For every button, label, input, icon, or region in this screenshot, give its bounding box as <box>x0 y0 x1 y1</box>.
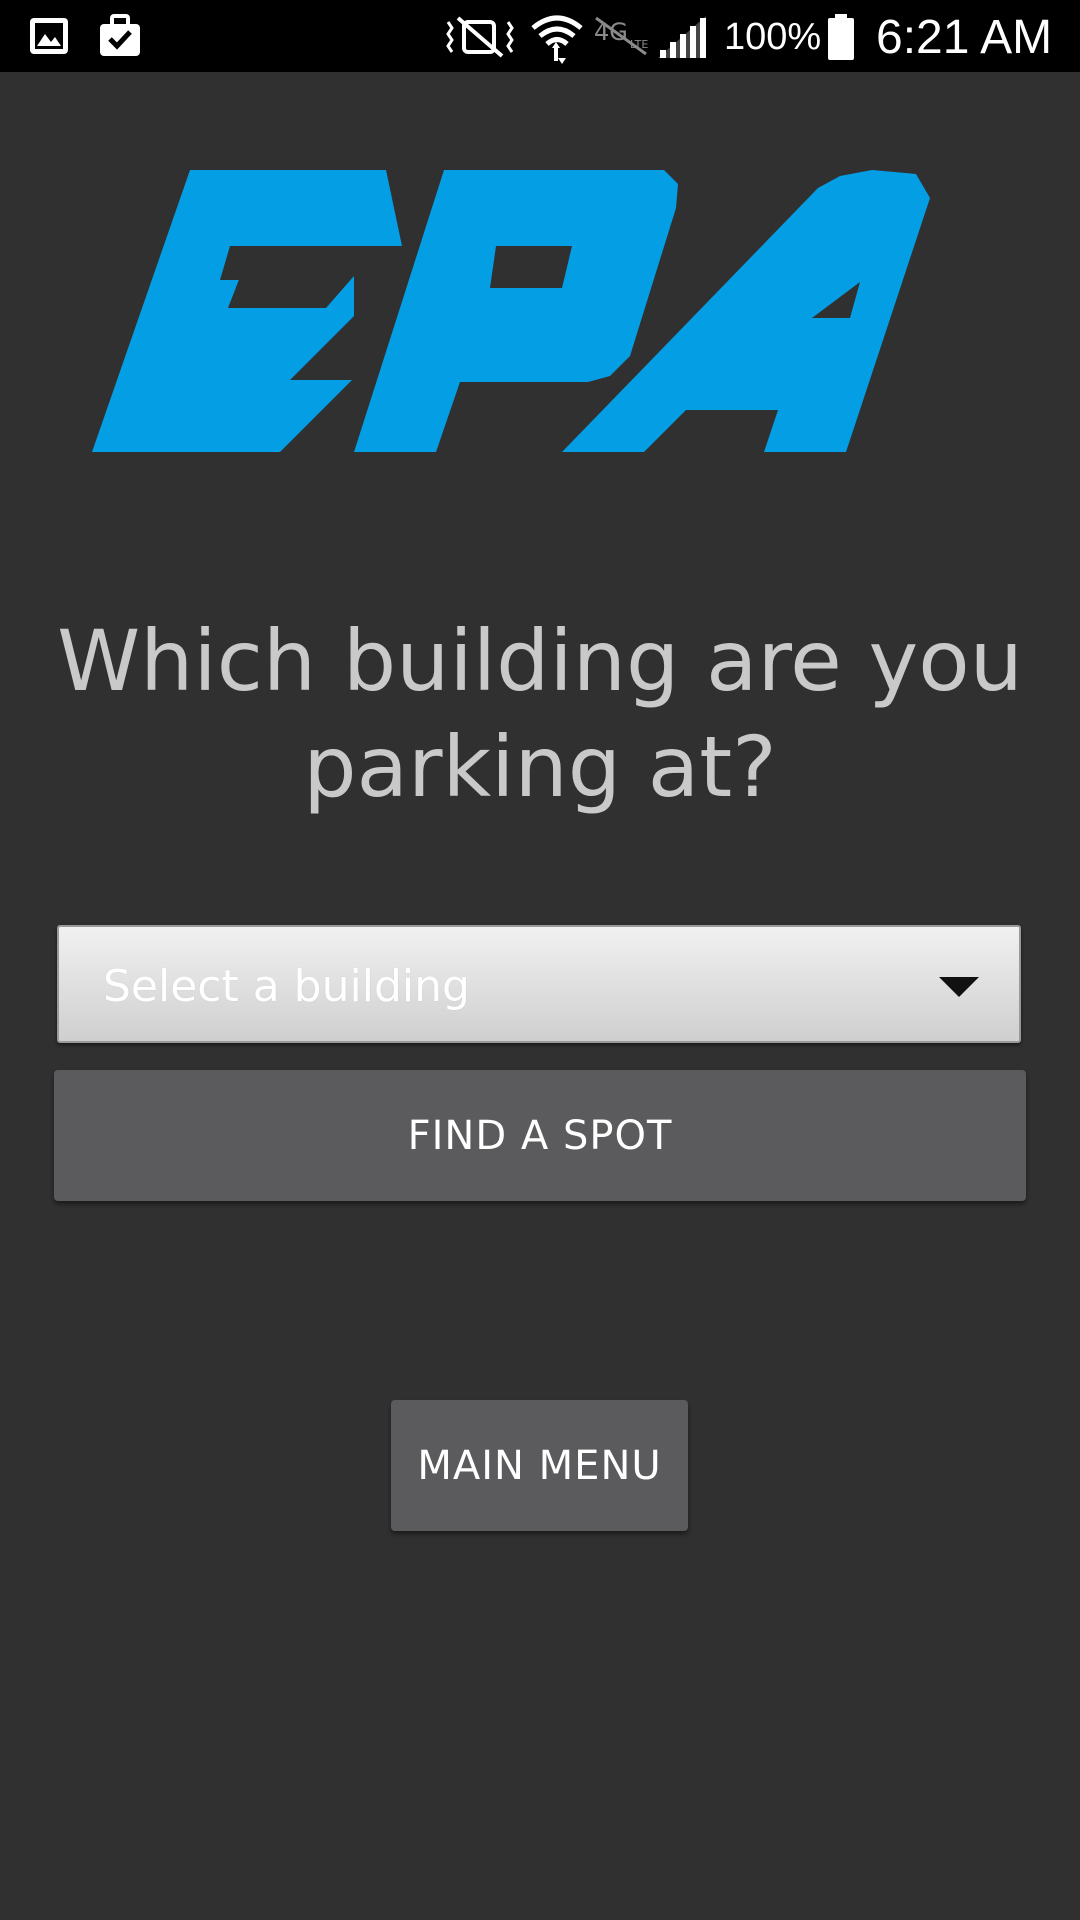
signal-icon <box>656 14 708 58</box>
battery-icon <box>826 14 856 60</box>
building-select-value: Select a building <box>103 961 470 1012</box>
clock: 6:21 AM <box>876 11 1053 64</box>
page-title: Which building are you parking at? <box>57 612 1023 816</box>
chevron-down-icon[interactable] <box>939 977 979 997</box>
find-spot-button[interactable]: FIND A SPOT <box>54 1070 1026 1201</box>
mute-icon <box>444 14 516 58</box>
building-select[interactable]: Select a building <box>57 925 1021 1043</box>
svg-text:4G: 4G <box>594 18 628 46</box>
lte-icon: 4G LTE <box>594 14 650 58</box>
wifi-icon <box>530 14 584 64</box>
epa-logo <box>90 168 970 454</box>
gallery-icon <box>28 14 70 58</box>
battery-percent: 100% <box>724 16 822 58</box>
briefcase-icon <box>98 14 140 58</box>
status-bar: 4G LTE 100% 6:21 AM <box>0 0 1080 72</box>
main-menu-button[interactable]: MAIN MENU <box>391 1400 688 1531</box>
